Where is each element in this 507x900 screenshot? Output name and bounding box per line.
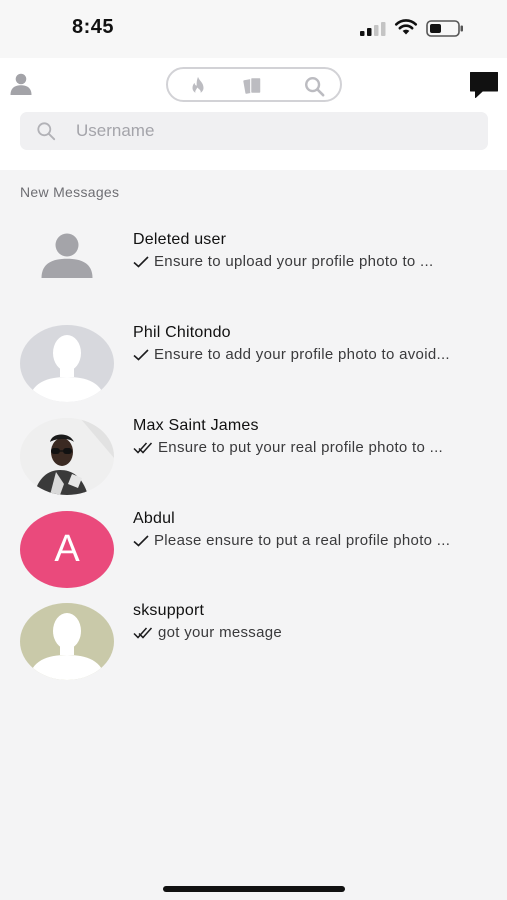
conversation-item[interactable]: sksupport got your message <box>0 602 507 692</box>
silhouette-photo <box>28 335 106 402</box>
avatar: A <box>20 511 114 588</box>
search-icon[interactable] <box>302 75 326 97</box>
conversation-item[interactable]: Deleted user Ensure to upload your profi… <box>0 231 507 321</box>
battery-icon <box>426 20 463 37</box>
avatar-initial: A <box>54 528 80 570</box>
conversation-item[interactable]: Max Saint James Ensure to put your real … <box>0 417 507 507</box>
default-person-icon <box>41 233 93 278</box>
message-preview: Ensure to upload your profile photo to .… <box>133 253 493 270</box>
avatar <box>20 603 114 680</box>
person-icon[interactable] <box>9 72 33 96</box>
message-preview: got your message <box>133 624 493 641</box>
conversation-name: sksupport <box>133 602 205 619</box>
message-preview: Please ensure to put a real profile phot… <box>133 532 493 549</box>
status-time: 8:45 <box>72 16 115 38</box>
top-navigation <box>0 58 507 110</box>
chat-bubble-icon[interactable] <box>469 70 499 100</box>
conversation-item[interactable]: Phil Chitondo Ensure to add your profile… <box>0 324 507 414</box>
avatar <box>20 418 114 495</box>
single-check-icon <box>133 255 149 268</box>
nav-tab-group <box>166 67 342 102</box>
conversation-name: Max Saint James <box>133 417 259 434</box>
cards-icon[interactable] <box>241 75 265 97</box>
single-check-icon <box>133 348 149 361</box>
conversation-name: Phil Chitondo <box>133 324 231 341</box>
username-search-input[interactable] <box>76 112 476 150</box>
single-check-icon <box>133 534 149 547</box>
wifi-icon <box>394 19 418 35</box>
cellular-signal-icon <box>360 22 386 36</box>
flame-icon[interactable] <box>186 75 210 97</box>
message-preview: Ensure to add your profile photo to avoi… <box>133 346 493 363</box>
search-bar[interactable] <box>20 112 488 150</box>
conversation-item[interactable]: A Abdul Please ensure to put a real prof… <box>0 510 507 600</box>
silhouette-photo <box>28 613 106 680</box>
home-indicator[interactable] <box>163 886 345 892</box>
conversation-name: Deleted user <box>133 231 227 248</box>
section-title: New Messages <box>20 184 120 200</box>
double-check-icon <box>133 441 153 454</box>
message-preview: Ensure to put your real profile photo to… <box>133 439 493 456</box>
avatar <box>20 232 114 309</box>
conversation-name: Abdul <box>133 510 175 527</box>
search-icon <box>37 122 56 141</box>
avatar <box>20 325 114 402</box>
status-bar: 8:45 <box>0 0 507 58</box>
double-check-icon <box>133 626 153 639</box>
user-photo <box>20 418 114 495</box>
